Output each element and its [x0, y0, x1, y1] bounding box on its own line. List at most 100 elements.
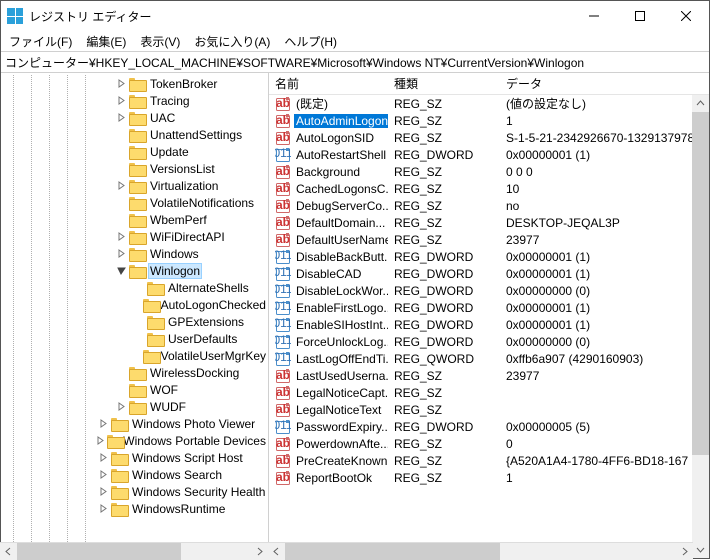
- menu-favorites[interactable]: お気に入り(A): [194, 33, 270, 50]
- regedit-icon: [7, 8, 23, 24]
- tree-item-windowsruntime[interactable]: WindowsRuntime: [1, 500, 268, 517]
- chevron-right-icon[interactable]: [113, 178, 129, 194]
- tree-item-wirelessdocking[interactable]: WirelessDocking: [1, 364, 268, 381]
- chevron-right-icon[interactable]: [113, 246, 129, 262]
- chevron-right-icon[interactable]: [113, 110, 129, 126]
- value-row[interactable]: abPowerdownAfte...REG_SZ0: [269, 435, 709, 452]
- scroll-thumb[interactable]: [692, 112, 709, 455]
- tree-item-windows[interactable]: Windows: [1, 245, 268, 262]
- value-row[interactable]: 011AutoRestartShellREG_DWORD0x00000001 (…: [269, 146, 709, 163]
- value-row[interactable]: ab(既定)REG_SZ(値の設定なし): [269, 95, 709, 112]
- scroll-thumb[interactable]: [285, 543, 500, 560]
- tree-item-alternateshells[interactable]: AlternateShells: [1, 279, 268, 296]
- tree-item-wbemperf[interactable]: WbemPerf: [1, 211, 268, 228]
- tree-item-windows-script-host[interactable]: Windows Script Host: [1, 449, 268, 466]
- value-row[interactable]: 011LastLogOffEndTi...REG_QWORD0xffb6a907…: [269, 350, 709, 367]
- tree-item-windows-security-health[interactable]: Windows Security Health: [1, 483, 268, 500]
- scroll-thumb[interactable]: [17, 543, 181, 560]
- folder-icon: [143, 298, 155, 311]
- tree-item-wudf[interactable]: WUDF: [1, 398, 268, 415]
- value-row[interactable]: abDefaultUserNameREG_SZ23977: [269, 231, 709, 248]
- menu-help[interactable]: ヘルプ(H): [284, 33, 337, 50]
- tree-item-volatileusermgrkey[interactable]: VolatileUserMgrKey: [1, 347, 268, 364]
- chevron-right-icon[interactable]: [95, 433, 107, 449]
- tree-item-tokenbroker[interactable]: TokenBroker: [1, 75, 268, 92]
- value-data: (値の設定なし): [500, 95, 709, 112]
- tree-item-winlogon[interactable]: Winlogon: [1, 262, 268, 279]
- chevron-right-icon[interactable]: [95, 501, 111, 517]
- menu-edit[interactable]: 編集(E): [86, 33, 126, 50]
- tree-item-uac[interactable]: UAC: [1, 109, 268, 126]
- tree-item-windows-search[interactable]: Windows Search: [1, 466, 268, 483]
- tree-item-gpextensions[interactable]: GPExtensions: [1, 313, 268, 330]
- tree-horizontal-scrollbar[interactable]: [0, 542, 268, 559]
- tree-item-windows-portable-devices[interactable]: Windows Portable Devices: [1, 432, 268, 449]
- value-row[interactable]: abPreCreateKnown...REG_SZ{A520A1A4-1780-…: [269, 452, 709, 469]
- tree-item-autologonchecked[interactable]: AutoLogonChecked: [1, 296, 268, 313]
- value-name: DefaultDomain...: [294, 216, 387, 230]
- value-row[interactable]: 011DisableBackButt...REG_DWORD0x00000001…: [269, 248, 709, 265]
- value-row[interactable]: 011EnableSIHostInt...REG_DWORD0x00000001…: [269, 316, 709, 333]
- chevron-right-icon[interactable]: [113, 93, 129, 109]
- tree-pane[interactable]: TokenBrokerTracingUACUnattendSettingsUpd…: [1, 73, 269, 558]
- string-value-icon: ab: [275, 181, 291, 197]
- list-vertical-scrollbar[interactable]: [692, 95, 709, 558]
- spacer-icon: [113, 382, 129, 398]
- col-name[interactable]: 名前: [269, 73, 388, 95]
- value-row[interactable]: 011DisableCADREG_DWORD0x00000001 (1): [269, 265, 709, 282]
- chevron-right-icon[interactable]: [113, 229, 129, 245]
- scroll-left-icon[interactable]: [0, 543, 17, 560]
- tree-item-unattendsettings[interactable]: UnattendSettings: [1, 126, 268, 143]
- maximize-button[interactable]: [617, 1, 663, 31]
- chevron-down-icon[interactable]: [113, 263, 129, 279]
- value-data: 0: [500, 437, 709, 451]
- value-name: (既定): [294, 95, 330, 112]
- value-row[interactable]: abLegalNoticeCapt...REG_SZ: [269, 384, 709, 401]
- chevron-right-icon[interactable]: [95, 416, 111, 432]
- value-row[interactable]: abBackgroundREG_SZ0 0 0: [269, 163, 709, 180]
- col-data[interactable]: データ: [500, 73, 709, 95]
- list-pane[interactable]: 名前 種類 データ ab(既定)REG_SZ(値の設定なし)abAutoAdmi…: [269, 73, 709, 558]
- chevron-right-icon[interactable]: [113, 399, 129, 415]
- value-row[interactable]: abLegalNoticeTextREG_SZ: [269, 401, 709, 418]
- value-row[interactable]: abDebugServerCo...REG_SZno: [269, 197, 709, 214]
- scroll-down-icon[interactable]: [692, 541, 709, 558]
- value-row[interactable]: abDefaultDomain...REG_SZDESKTOP-JEQAL3P: [269, 214, 709, 231]
- col-type[interactable]: 種類: [388, 73, 500, 95]
- chevron-right-icon[interactable]: [95, 467, 111, 483]
- tree-item-windows-photo-viewer[interactable]: Windows Photo Viewer: [1, 415, 268, 432]
- tree-item-wof[interactable]: WOF: [1, 381, 268, 398]
- list-horizontal-scrollbar[interactable]: [268, 542, 693, 559]
- value-row[interactable]: abAutoAdminLogonREG_SZ1: [269, 112, 709, 129]
- scroll-right-icon[interactable]: [251, 543, 268, 560]
- address-bar[interactable]: コンピューター¥HKEY_LOCAL_MACHINE¥SOFTWARE¥Micr…: [1, 51, 709, 73]
- tree-item-userdefaults[interactable]: UserDefaults: [1, 330, 268, 347]
- tree-item-volatilenotifications[interactable]: VolatileNotifications: [1, 194, 268, 211]
- value-row[interactable]: 011DisableLockWor...REG_DWORD0x00000000 …: [269, 282, 709, 299]
- value-row[interactable]: abLastUsedUserna...REG_SZ23977: [269, 367, 709, 384]
- tree-item-update[interactable]: Update: [1, 143, 268, 160]
- value-row[interactable]: abReportBootOkREG_SZ1: [269, 469, 709, 486]
- menu-file[interactable]: ファイル(F): [9, 33, 72, 50]
- tree-item-virtualization[interactable]: Virtualization: [1, 177, 268, 194]
- tree-item-tracing[interactable]: Tracing: [1, 92, 268, 109]
- value-row[interactable]: 011ForceUnlockLog...REG_DWORD0x00000000 …: [269, 333, 709, 350]
- tree-item-versionslist[interactable]: VersionsList: [1, 160, 268, 177]
- value-row[interactable]: 011PasswordExpiry...REG_DWORD0x00000005 …: [269, 418, 709, 435]
- scroll-right-icon[interactable]: [676, 543, 693, 560]
- tree-label: VolatileNotifications: [148, 196, 256, 210]
- menu-view[interactable]: 表示(V): [140, 33, 180, 50]
- spacer-icon: [113, 365, 129, 381]
- chevron-right-icon[interactable]: [113, 76, 129, 92]
- value-row[interactable]: 011EnableFirstLogo...REG_DWORD0x00000001…: [269, 299, 709, 316]
- chevron-right-icon[interactable]: [95, 450, 111, 466]
- value-row[interactable]: abCachedLogonsC...REG_SZ10: [269, 180, 709, 197]
- close-button[interactable]: [663, 1, 709, 31]
- tree-label: WUDF: [148, 400, 188, 414]
- tree-item-wifidirectapi[interactable]: WiFiDirectAPI: [1, 228, 268, 245]
- scroll-up-icon[interactable]: [692, 95, 709, 112]
- scroll-left-icon[interactable]: [268, 543, 285, 560]
- value-row[interactable]: abAutoLogonSIDREG_SZS-1-5-21-2342926670-…: [269, 129, 709, 146]
- chevron-right-icon[interactable]: [95, 484, 111, 500]
- minimize-button[interactable]: [571, 1, 617, 31]
